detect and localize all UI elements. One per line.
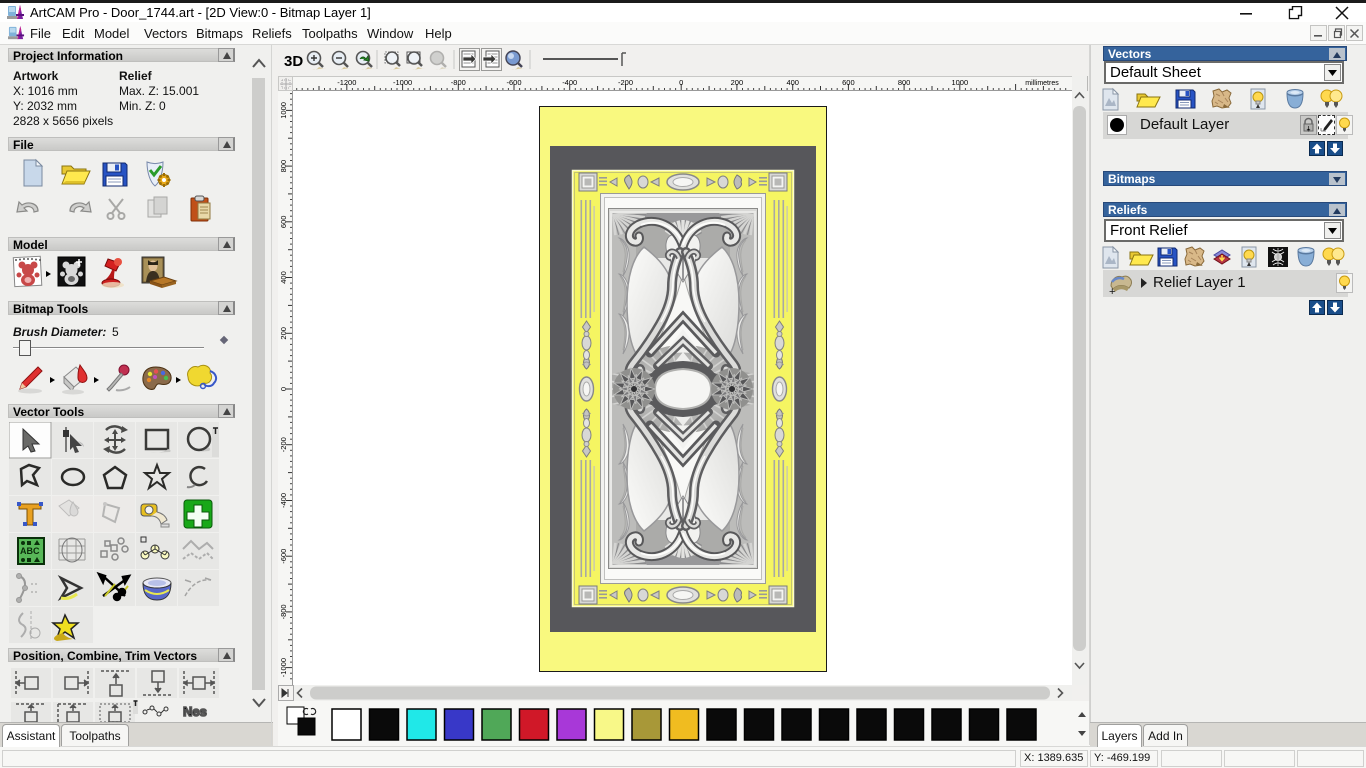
svg-text:800: 800 [279, 160, 288, 173]
svg-text:-600: -600 [506, 78, 521, 87]
svg-text:-1000: -1000 [279, 658, 288, 677]
svg-text:800: 800 [898, 78, 911, 87]
svg-text:0: 0 [279, 387, 288, 391]
svg-text:3D: 3D [284, 53, 303, 70]
svg-text:millimetres: millimetres [1025, 80, 1059, 87]
svg-text:-800: -800 [279, 604, 288, 619]
svg-text:-1000: -1000 [393, 78, 412, 87]
svg-text:-200: -200 [618, 78, 633, 87]
svg-text:600: 600 [279, 216, 288, 229]
svg-text:-400: -400 [562, 78, 577, 87]
svg-text:400: 400 [786, 78, 799, 87]
svg-text:-1200: -1200 [337, 78, 356, 87]
svg-text:-400: -400 [279, 493, 288, 508]
svg-text:-800: -800 [451, 78, 466, 87]
svg-text:1000: 1000 [279, 102, 288, 119]
svg-text:+: + [1109, 286, 1115, 296]
svg-text:-600: -600 [279, 549, 288, 564]
svg-text:600: 600 [842, 78, 855, 87]
svg-text:-200: -200 [279, 437, 288, 452]
svg-text:200: 200 [279, 327, 288, 340]
svg-text:400: 400 [279, 271, 288, 284]
svg-text:ABC: ABC [20, 546, 40, 556]
svg-text:Nes: Nes [183, 704, 207, 719]
svg-text:200: 200 [731, 78, 744, 87]
svg-text:0: 0 [679, 78, 683, 87]
svg-text:1000: 1000 [951, 78, 968, 87]
